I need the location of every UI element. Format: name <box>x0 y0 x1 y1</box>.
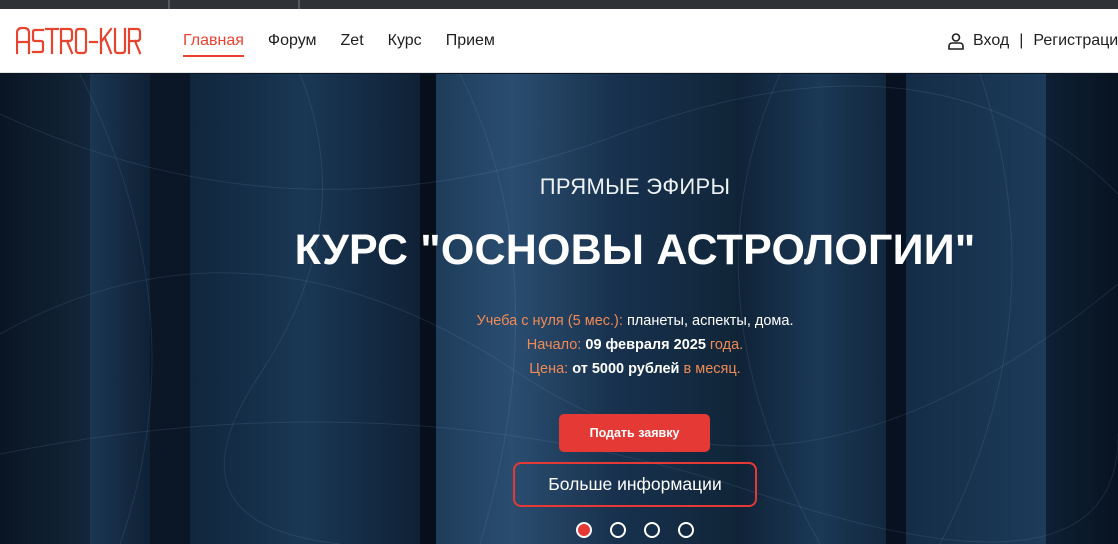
detail-suffix: года. <box>709 337 744 353</box>
detail-label: Учеба с нуля (5 мес.): <box>476 313 623 329</box>
auth-separator: | <box>1019 32 1024 49</box>
detail-line-start: Начало: 09 февраля 2025 года. <box>0 333 1118 357</box>
browser-top-strip <box>0 0 1118 9</box>
detail-value: 09 февраля 2025 <box>585 337 706 353</box>
more-info-button[interactable]: Больше информации <box>513 462 757 507</box>
nav-item-course[interactable]: Курс <box>388 31 422 51</box>
detail-suffix: в месяц. <box>683 361 741 377</box>
user-icon[interactable] <box>947 32 965 50</box>
hero-slider: ПРЯМЫЕ ЭФИРЫ КУРС "ОСНОВЫ АСТРОЛОГИИ" Уч… <box>0 74 1118 544</box>
slider-dots <box>576 522 712 538</box>
nav-item-zet[interactable]: Zet <box>341 31 364 51</box>
hero-title: КУРС "ОСНОВЫ АСТРОЛОГИИ" <box>294 226 976 274</box>
slider-dot[interactable] <box>678 522 694 538</box>
hero-details: Учеба с нуля (5 мес.): планеты, аспекты,… <box>0 309 1118 381</box>
nav-item-home[interactable]: Главная <box>183 31 244 57</box>
slider-dot[interactable] <box>576 522 592 538</box>
apply-button[interactable]: Подать заявку <box>559 414 710 452</box>
detail-value: от 5000 рублей <box>572 361 680 377</box>
auth-links: Вход | Регистрация <box>947 9 1118 73</box>
hero-kicker: ПРЯМЫЕ ЭФИРЫ <box>539 174 731 199</box>
detail-line-program: Учеба с нуля (5 мес.): планеты, аспекты,… <box>0 309 1118 333</box>
slider-dot[interactable] <box>644 522 660 538</box>
strip-divider <box>298 0 300 9</box>
nav-item-reception[interactable]: Прием <box>446 31 495 51</box>
site-header: Главная Форум Zet Курс Прием Вход | Реги… <box>0 9 1118 73</box>
detail-label: Цена: <box>529 361 569 377</box>
register-link[interactable]: Регистрация <box>1033 32 1118 50</box>
strip-divider <box>168 0 170 9</box>
nav-item-forum[interactable]: Форум <box>268 31 317 51</box>
site-logo[interactable] <box>16 22 146 58</box>
slider-dot[interactable] <box>610 522 626 538</box>
detail-line-price: Цена: от 5000 рублей в месяц. <box>0 357 1118 381</box>
main-nav: Главная Форум Zet Курс Прием <box>183 9 519 73</box>
detail-value: планеты, аспекты, дома. <box>626 313 794 329</box>
detail-label: Начало: <box>526 337 582 353</box>
hero-content: ПРЯМЫЕ ЭФИРЫ КУРС "ОСНОВЫ АСТРОЛОГИИ" Уч… <box>0 74 1118 544</box>
logo-wordmark <box>16 26 142 55</box>
login-link[interactable]: Вход <box>973 32 1009 50</box>
